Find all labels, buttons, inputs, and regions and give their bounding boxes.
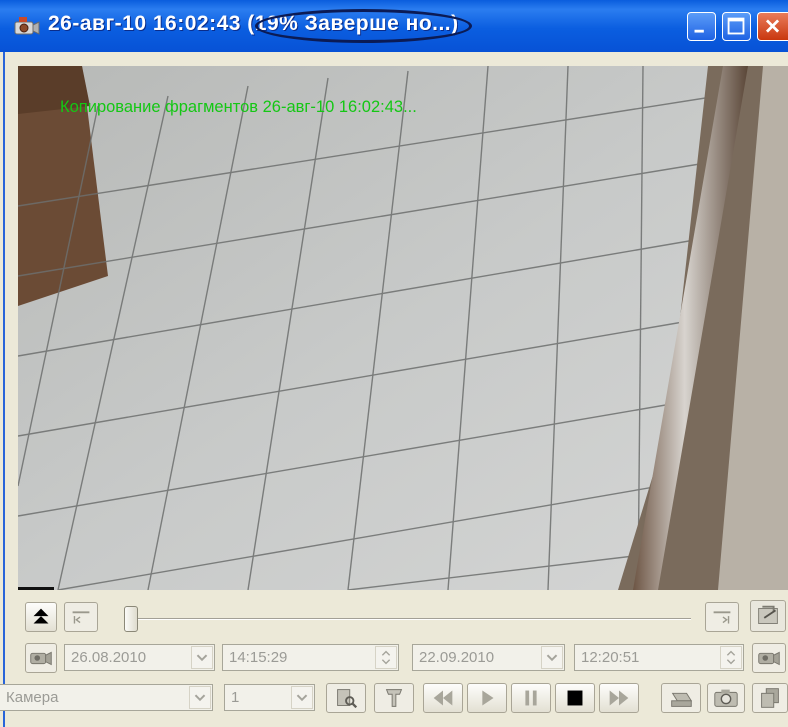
maximize-icon bbox=[727, 17, 745, 35]
search-button[interactable] bbox=[326, 683, 366, 713]
end-time-value: 12:20:51 bbox=[581, 649, 640, 666]
video-frame: Копирование фрагментов 26-авг-10 16:02:4… bbox=[18, 66, 788, 590]
snapshot-button[interactable] bbox=[707, 683, 745, 713]
spinner-arrows-icon bbox=[381, 650, 391, 665]
start-time-value: 14:15:29 bbox=[229, 649, 288, 666]
highlight-oval bbox=[255, 9, 472, 43]
end-date-field[interactable]: 22.09.2010 bbox=[412, 644, 565, 671]
corner-marker bbox=[18, 587, 54, 590]
chevron-down-icon bbox=[194, 694, 206, 702]
camera-snapshot-icon bbox=[714, 689, 738, 707]
end-time-field[interactable]: 12:20:51 bbox=[574, 644, 744, 671]
timeline-slider-thumb[interactable] bbox=[124, 606, 138, 632]
camera-to-button[interactable] bbox=[752, 643, 786, 673]
camera-number-dropdown[interactable] bbox=[291, 686, 313, 709]
spinner-arrows-icon bbox=[726, 650, 736, 665]
search-document-icon bbox=[337, 689, 358, 709]
start-date-value: 26.08.2010 bbox=[71, 649, 147, 666]
close-icon bbox=[765, 19, 780, 33]
copy-pages-icon bbox=[761, 688, 779, 708]
end-time-spinner[interactable] bbox=[720, 646, 742, 669]
pause-icon bbox=[525, 690, 537, 706]
minimize-button[interactable] bbox=[687, 12, 716, 41]
end-marker-icon bbox=[713, 611, 731, 624]
play-icon bbox=[482, 690, 494, 706]
go-to-end-button[interactable] bbox=[705, 602, 739, 632]
tool-icon bbox=[385, 689, 403, 707]
export-icon bbox=[758, 605, 778, 624]
printer-icon bbox=[671, 692, 693, 707]
play-button[interactable] bbox=[467, 683, 507, 713]
close-button[interactable] bbox=[757, 12, 788, 41]
start-date-dropdown[interactable] bbox=[191, 646, 213, 669]
video-overlay-text: Копирование фрагментов 26-авг-10 16:02:4… bbox=[60, 98, 417, 116]
camera-from-button[interactable] bbox=[25, 643, 57, 673]
title-bar[interactable]: 26-авг-10 16:02:43 (19% Заверше но...) bbox=[0, 0, 788, 52]
camera-select-dropdown[interactable] bbox=[189, 686, 211, 709]
camera-number-value: 1 bbox=[231, 689, 240, 706]
rewind-icon bbox=[433, 690, 453, 706]
chevron-down-icon bbox=[196, 654, 208, 662]
double-up-arrow-icon bbox=[33, 608, 49, 624]
timeline-track[interactable] bbox=[130, 618, 691, 620]
chevron-down-icon bbox=[296, 694, 308, 702]
title-datetime: 26-авг-10 16:02:43 bbox=[48, 12, 241, 35]
fast-forward-icon bbox=[609, 690, 629, 706]
print-button[interactable] bbox=[661, 683, 701, 713]
start-time-field[interactable]: 14:15:29 bbox=[222, 644, 399, 671]
minimize-icon bbox=[694, 29, 704, 33]
camera-icon bbox=[758, 651, 780, 666]
end-date-value: 22.09.2010 bbox=[419, 649, 495, 666]
camera-app-icon bbox=[14, 17, 40, 35]
camera-select-value: Камера bbox=[6, 689, 59, 706]
filter-button[interactable] bbox=[374, 683, 414, 713]
stop-icon bbox=[567, 690, 583, 706]
start-marker-icon bbox=[72, 611, 90, 624]
copy-button[interactable] bbox=[752, 683, 788, 713]
camera-select[interactable]: Камера bbox=[0, 684, 213, 711]
camera-image bbox=[18, 66, 788, 590]
start-date-field[interactable]: 26.08.2010 bbox=[64, 644, 215, 671]
export-button[interactable] bbox=[750, 600, 786, 632]
maximize-button[interactable] bbox=[722, 12, 751, 41]
collapse-panel-button[interactable] bbox=[25, 602, 57, 632]
rewind-button[interactable] bbox=[423, 683, 463, 713]
pause-button[interactable] bbox=[511, 683, 551, 713]
start-time-spinner[interactable] bbox=[375, 646, 397, 669]
go-to-start-button[interactable] bbox=[64, 602, 98, 632]
end-date-dropdown[interactable] bbox=[541, 646, 563, 669]
stop-button[interactable] bbox=[555, 683, 595, 713]
camera-icon bbox=[30, 651, 52, 666]
camera-number-select[interactable]: 1 bbox=[224, 684, 315, 711]
chevron-down-icon bbox=[546, 654, 558, 662]
fast-forward-button[interactable] bbox=[599, 683, 639, 713]
